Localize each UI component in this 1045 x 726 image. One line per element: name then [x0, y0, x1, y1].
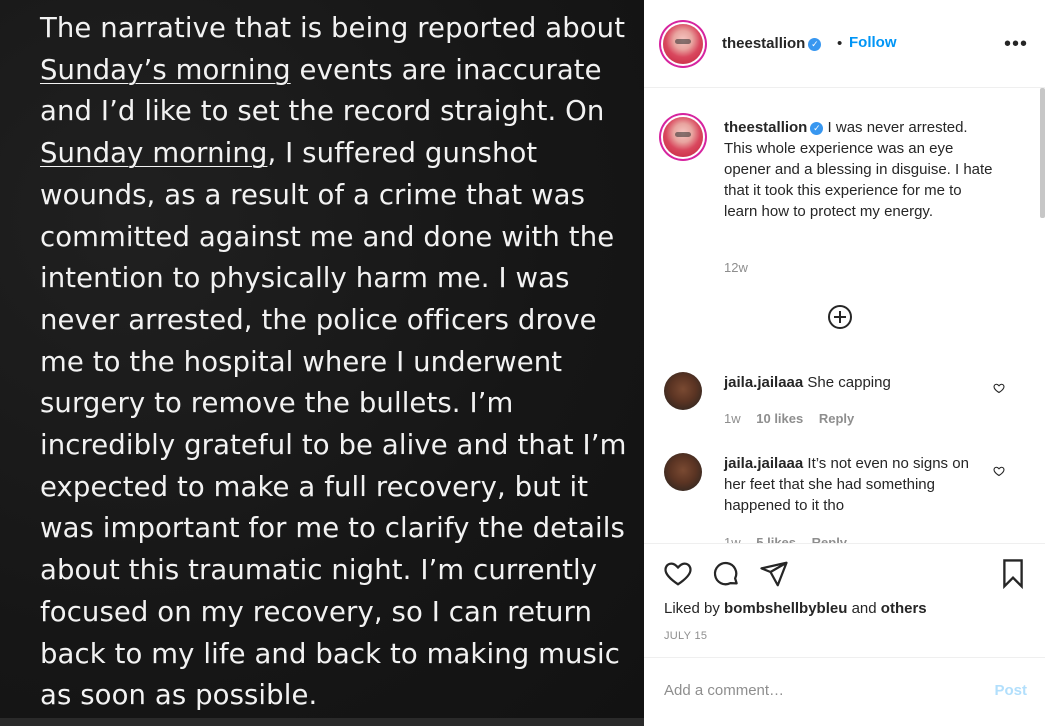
post-header: theestallion ✓ • Follow •••	[644, 0, 1045, 88]
caption-username[interactable]: theestallion	[724, 119, 807, 136]
verified-badge-icon: ✓	[810, 121, 824, 135]
load-more-comments-icon[interactable]	[828, 305, 852, 329]
comment-likes[interactable]: 5 likes	[756, 535, 796, 543]
post-sidebar: theestallion ✓ • Follow ••• theestallion ✓…	[644, 0, 1045, 726]
add-comment-input[interactable]: Add a comment…	[664, 682, 784, 699]
post-line: back to my life and back to making music	[40, 637, 620, 670]
post-line: and I’d like to set the record straight.…	[40, 95, 605, 128]
post-line: wounds, as a result of a crime that was	[40, 178, 586, 211]
like-comment-heart-icon[interactable]	[993, 382, 1005, 394]
post-line: incredibly grateful to be alive and that…	[40, 429, 627, 462]
post-line-underlined: Sunday morning	[40, 137, 268, 170]
media-bottom-edge	[0, 718, 644, 726]
comment-time[interactable]: 1w	[724, 411, 741, 426]
reply-button[interactable]: Reply	[812, 535, 847, 543]
comment-meta: 1w 5 likes Reply	[724, 535, 859, 543]
author-username[interactable]: theestallion	[722, 35, 805, 52]
post-actions: Liked by bombshellbybleu and others JULY…	[644, 543, 1045, 657]
post-line: The narrative that is being reported abo…	[40, 12, 626, 44]
share-paper-plane-icon[interactable]	[759, 559, 789, 589]
comment-username[interactable]: jaila.jailaaa	[724, 455, 803, 472]
liked-by-prefix: Liked by	[664, 600, 720, 617]
comment-username[interactable]: jaila.jailaaa	[724, 374, 803, 391]
post-line: focused on my recovery, so I can return	[40, 595, 592, 628]
post-date[interactable]: JULY 15	[664, 630, 707, 642]
post-line-rest: , I suffered gunshot	[267, 137, 538, 170]
comment-bubble-icon[interactable]	[711, 559, 741, 589]
author-name-block: theestallion ✓	[722, 35, 822, 52]
post-line: never arrested, the police officers drov…	[40, 303, 597, 336]
reply-button[interactable]: Reply	[819, 411, 854, 426]
verified-badge-icon: ✓	[808, 37, 822, 51]
caption-timestamp[interactable]: 12w	[724, 260, 748, 275]
commenter-avatar[interactable]	[664, 372, 702, 410]
liked-by: Liked by bombshellbybleu and others	[664, 600, 927, 617]
comment-likes[interactable]: 10 likes	[756, 411, 803, 426]
post-media: The narrative that is being reported abo…	[0, 0, 644, 726]
liked-by-user[interactable]: bombshellbybleu	[724, 600, 847, 617]
post-line: intention to physically harm me. I was	[40, 262, 570, 295]
liked-by-and: and	[851, 600, 877, 617]
post-image-text: The narrative that is being reported abo…	[40, 8, 630, 717]
post-line: surgery to remove the bullets. I’m	[40, 387, 514, 420]
post-line: me to the hospital where I underwent	[40, 345, 563, 378]
caption: theestallion ✓ I was never arrested. This…	[724, 117, 994, 222]
comment-body: jaila.jailaaa It’s not even no signs on …	[724, 453, 984, 516]
post-line: expected to make a full recovery, but it	[40, 470, 589, 503]
save-bookmark-icon[interactable]	[998, 558, 1028, 590]
post-line-rest: events are inaccurate	[290, 53, 602, 86]
like-comment-heart-icon[interactable]	[993, 465, 1005, 477]
add-comment-bar: Add a comment… Post	[644, 657, 1045, 726]
post-line: Sunday morning, I suffered gunshot	[40, 133, 630, 175]
comment-time[interactable]: 1w	[724, 535, 741, 543]
commenter-avatar[interactable]	[664, 453, 702, 491]
follow-button[interactable]: Follow	[849, 34, 897, 51]
comment-body: jaila.jailaaa She capping	[724, 372, 984, 393]
scrollbar[interactable]	[1040, 88, 1045, 218]
comment-meta: 1w 10 likes Reply	[724, 411, 866, 426]
post-line: as soon as possible.	[40, 679, 318, 712]
liked-by-others[interactable]: others	[881, 600, 927, 617]
more-options-icon[interactable]: •••	[1004, 34, 1028, 54]
comment-text: She capping	[807, 374, 891, 391]
caption-avatar[interactable]	[663, 117, 703, 157]
comments-panel[interactable]: theestallion ✓ I was never arrested. This…	[644, 88, 1045, 543]
post-line: committed against me and done with the	[40, 220, 615, 253]
post-line: Sunday’s morning events are inaccurate	[40, 50, 630, 92]
post-line-underlined: Sunday’s morning	[40, 53, 291, 86]
post-line: about this traumatic night. I’m currentl…	[40, 554, 598, 587]
like-heart-icon[interactable]	[663, 558, 693, 588]
post-comment-button[interactable]: Post	[994, 682, 1027, 699]
post-line: was important for me to clarify the deta…	[40, 512, 625, 545]
author-avatar[interactable]	[663, 24, 703, 64]
separator-dot: •	[837, 35, 843, 52]
